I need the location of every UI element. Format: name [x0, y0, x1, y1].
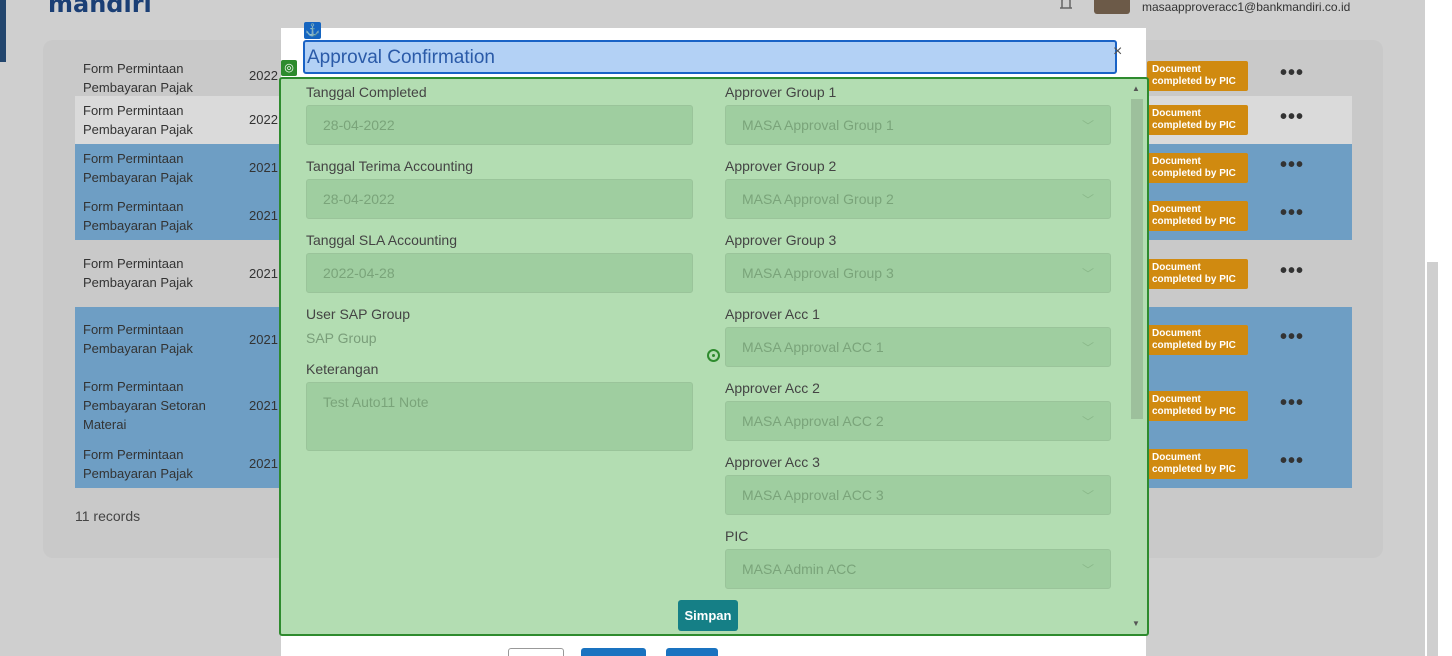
row-document-name: Form Permintaan Pembayaran Pajak	[83, 61, 193, 95]
approver-group-1-label: Approver Group 1	[725, 84, 837, 100]
keterangan-label: Keterangan	[306, 361, 379, 377]
approver-acc-3-label: Approver Acc 3	[725, 454, 820, 470]
approver-acc-1-value: MASA Approval ACC 1	[742, 339, 884, 355]
row-menu-button[interactable]: •••	[1280, 106, 1304, 129]
row-menu-button[interactable]: •••	[1280, 260, 1304, 283]
status-badge: Document completed by PIC	[1147, 105, 1248, 135]
modal-title: Approval Confirmation	[307, 47, 495, 68]
page-scrollbar-thumb[interactable]	[1427, 262, 1438, 656]
row-year: 2021	[249, 331, 278, 347]
tanggal-completed-label: Tanggal Completed	[306, 84, 427, 100]
modal-footer-button[interactable]	[666, 648, 718, 656]
tanggal-sla-field[interactable]: 2022-04-28	[306, 253, 693, 293]
chevron-down-icon: ﹀	[1081, 193, 1094, 207]
chevron-down-icon: ﹀	[1081, 489, 1094, 503]
status-badge: Document completed by PIC	[1147, 258, 1248, 289]
scroll-down-icon[interactable]: ▼	[1132, 619, 1140, 628]
approver-acc-3-value: MASA Approval ACC 3	[742, 487, 884, 503]
user-email: masaapproveracc1@bankmandiri.co.id	[1142, 0, 1351, 14]
anchor-icon: ⚓	[304, 22, 321, 39]
modal-footer-button[interactable]	[581, 648, 646, 656]
user-sap-label: User SAP Group	[306, 306, 411, 322]
row-menu-button[interactable]: •••	[1280, 326, 1304, 349]
status-badge: Document completed by PIC	[1147, 324, 1248, 355]
approver-group-2-label: Approver Group 2	[725, 158, 837, 174]
modal-footer-button[interactable]	[508, 648, 564, 656]
tanggal-terima-label: Tanggal Terima Accounting	[306, 158, 474, 174]
crosshair-icon	[707, 349, 720, 362]
modal-scrollbar-thumb[interactable]	[1131, 99, 1143, 419]
row-document-name: Form Permintaan Pembayaran Pajak	[83, 103, 193, 137]
approver-group-3-value: MASA Approval Group 3	[742, 265, 894, 281]
mandiri-logo: mandiri	[48, 0, 152, 18]
status-badge: Document completed by PIC	[1147, 201, 1248, 231]
row-year: 2021	[249, 208, 278, 223]
chevron-down-icon: ﹀	[1081, 267, 1094, 281]
chevron-down-icon: ﹀	[1081, 341, 1094, 355]
approver-acc-1-select[interactable]: MASA Approval ACC 1 ﹀	[725, 327, 1111, 367]
approver-acc-1-label: Approver Acc 1	[725, 306, 820, 322]
pic-value: MASA Admin ACC	[742, 561, 857, 577]
modal-scrollbar[interactable]: ▲ ▼	[1130, 84, 1144, 632]
row-document-name: Form Permintaan Pembayaran Pajak	[83, 151, 193, 185]
simpan-button[interactable]: Simpan	[678, 600, 738, 631]
row-menu-button[interactable]: •••	[1280, 202, 1304, 225]
chevron-down-icon: ﹀	[1081, 563, 1094, 577]
row-document-name: Form Permintaan Pembayaran Pajak	[83, 447, 193, 481]
close-icon[interactable]: ×	[1113, 43, 1122, 61]
tanggal-completed-field[interactable]: 28-04-2022	[306, 105, 693, 145]
approver-group-2-value: MASA Approval Group 2	[742, 191, 894, 207]
tanggal-sla-label: Tanggal SLA Accounting	[306, 232, 458, 248]
target-icon: ◎	[281, 60, 297, 76]
approver-group-1-select[interactable]: MASA Approval Group 1 ﹀	[725, 105, 1111, 145]
row-menu-button[interactable]: •••	[1280, 154, 1304, 177]
bell-icon[interactable]	[1056, 0, 1076, 10]
row-year: 2022	[249, 112, 278, 127]
row-menu-button[interactable]: •••	[1280, 62, 1304, 85]
approver-group-3-select[interactable]: MASA Approval Group 3 ﹀	[725, 253, 1111, 293]
tanggal-terima-field[interactable]: 28-04-2022	[306, 179, 693, 219]
row-year: 2021	[249, 456, 278, 471]
pic-select[interactable]: MASA Admin ACC ﹀	[725, 549, 1111, 589]
row-document-name: Form Permintaan Pembayaran Pajak	[83, 322, 193, 356]
approver-acc-2-value: MASA Approval ACC 2	[742, 413, 884, 429]
status-badge: Document completed by PIC	[1147, 449, 1248, 479]
approver-group-3-label: Approver Group 3	[725, 232, 837, 248]
pic-label: PIC	[725, 528, 749, 544]
scroll-up-icon[interactable]: ▲	[1132, 84, 1140, 93]
row-menu-button[interactable]: •••	[1280, 450, 1304, 473]
status-badge: Document completed by PIC	[1147, 391, 1248, 421]
row-year: 2021	[249, 398, 278, 413]
status-badge: Document completed by PIC	[1147, 61, 1248, 91]
approver-acc-2-label: Approver Acc 2	[725, 380, 820, 396]
approver-group-1-value: MASA Approval Group 1	[742, 117, 894, 133]
approver-acc-2-select[interactable]: MASA Approval ACC 2 ﹀	[725, 401, 1111, 441]
records-count: 11 records	[75, 508, 141, 524]
keterangan-textarea[interactable]: Test Auto11 Note	[306, 382, 693, 451]
row-year: 2021	[249, 265, 278, 281]
user-sap-value: SAP Group	[306, 330, 377, 346]
row-year: 2022	[249, 68, 278, 83]
row-document-name: Form Permintaan Pembayaran Pajak	[83, 199, 193, 233]
status-badge: Document completed by PIC	[1147, 153, 1248, 183]
chevron-down-icon: ﹀	[1081, 119, 1094, 133]
row-document-name: Form Permintaan Pembayaran Setoran Mater…	[83, 379, 206, 432]
approver-acc-3-select[interactable]: MASA Approval ACC 3 ﹀	[725, 475, 1111, 515]
modal-title-box: Approval Confirmation	[303, 40, 1117, 74]
row-year: 2021	[249, 160, 278, 175]
row-document-name: Form Permintaan Pembayaran Pajak	[83, 256, 193, 290]
approver-group-2-select[interactable]: MASA Approval Group 2 ﹀	[725, 179, 1111, 219]
chevron-down-icon: ﹀	[1081, 415, 1094, 429]
row-menu-button[interactable]: •••	[1280, 392, 1304, 415]
avatar[interactable]	[1094, 0, 1130, 14]
